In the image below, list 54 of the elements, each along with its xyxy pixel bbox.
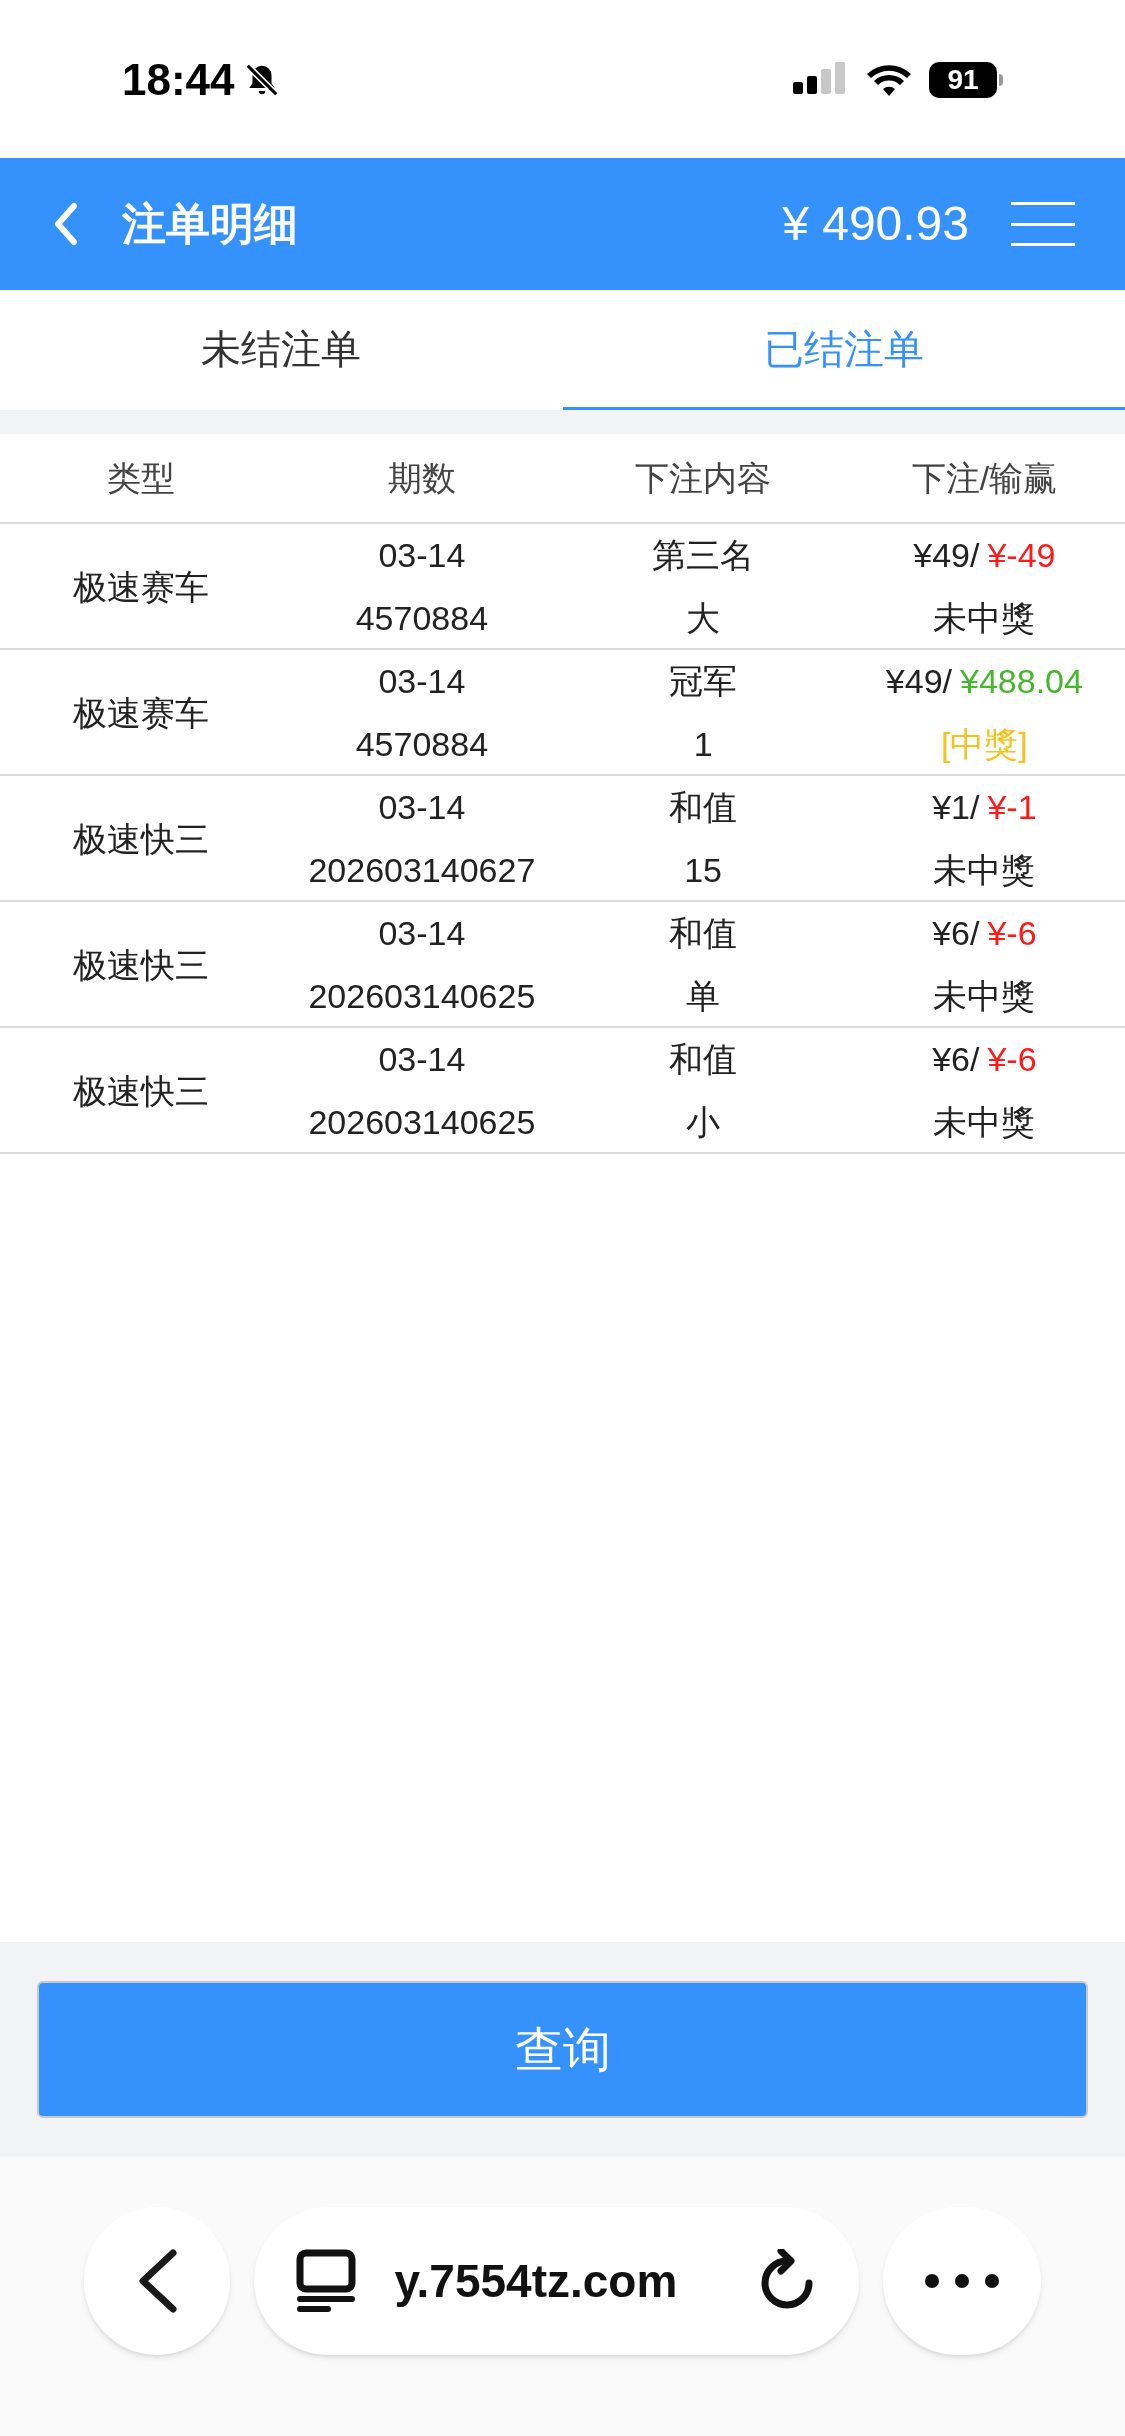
table-cell-text: 小 [686,1102,721,1143]
table-cell-text: 极速赛车 [72,566,209,608]
stake-amount: ¥6/ [932,913,980,954]
table-cell-text: 4570884 [355,598,489,639]
column-header: 期数 [386,457,457,499]
table-cell-text: 单 [686,976,721,1017]
result-label: 未中獎 [933,850,1036,891]
menu-icon[interactable] [1011,202,1075,246]
table-cell-text: 和值 [669,787,738,828]
payout-amount: ¥-6 [987,913,1037,954]
table-cell-text: 大 [686,598,721,639]
stake-amount: ¥49/ [885,661,952,702]
tab[interactable]: 未结注单 [0,290,563,410]
table-cell-text: 极速快三 [72,818,209,860]
table-cell-text: 03-14 [378,535,466,576]
column-header: 下注内容 [634,457,773,499]
payout-amount: ¥488.04 [960,661,1083,702]
result-label: 未中獎 [933,1102,1036,1143]
table-cell-text: 202603140625 [308,1102,536,1143]
table-cell-text: 和值 [669,1039,738,1080]
page-title: 注单明细 [122,198,298,250]
wifi-icon [865,62,913,98]
payout-amount: ¥-49 [987,535,1056,576]
table-cell-text: 4570884 [355,724,489,765]
table-cell-text: 和值 [669,913,738,954]
table-cell-text: 03-14 [378,661,466,702]
table-cell-text: 极速快三 [72,1070,209,1112]
payout-amount: ¥-1 [987,787,1037,828]
table-cell-text: 冠军 [669,661,738,702]
table-cell-text: 第三名 [652,535,755,576]
column-header: 类型 [105,457,176,499]
more-icon [923,2273,1000,2289]
table-cell-text: 03-14 [378,913,466,954]
table-cell-text: 15 [684,850,723,891]
table-cell-text: 202603140627 [308,850,536,891]
table-cell-text: 03-14 [378,1039,466,1080]
url-text: y.7554tz.com [394,2253,678,2309]
result-label: 未中獎 [933,976,1036,1017]
stake-amount: ¥6/ [932,1039,980,1080]
balance: ¥ 490.93 [782,196,969,252]
table-cell-text: 03-14 [378,787,466,828]
address-bar[interactable]: y.7554tz.com [254,2207,859,2355]
table-cell-text: 极速快三 [72,944,209,986]
table-cell-text: 202603140625 [308,976,536,1017]
stake-amount: ¥49/ [913,535,980,576]
result-label: 未中獎 [933,598,1036,639]
table-cell-text: 极速赛车 [72,692,209,734]
table-cell-text: 1 [693,724,713,765]
status-time: 18:44 [122,54,235,106]
stake-amount: ¥1/ [932,787,980,828]
reader-icon [296,2249,357,2313]
result-label: [中獎] [940,724,1028,765]
payout-amount: ¥-6 [987,1039,1037,1080]
column-header: 下注/输赢 [910,457,1059,499]
